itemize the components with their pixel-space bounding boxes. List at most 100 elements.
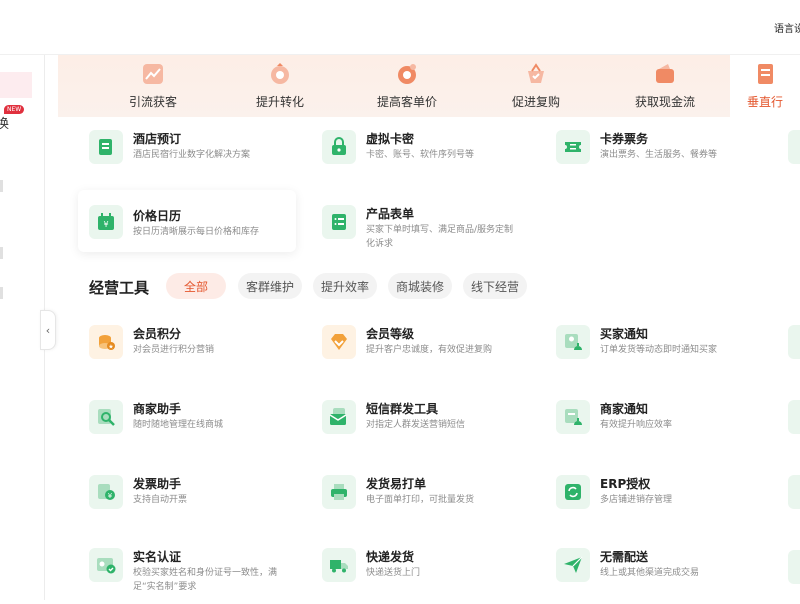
svg-text:★: ★: [108, 344, 113, 351]
tab-cash-flow[interactable]: 获取现金流: [610, 55, 720, 117]
category-tab-bar: 引流获客 提升转化 提高客单价 促进复购 获取现金流 垂直行: [58, 55, 800, 117]
card-description: 按日历清晰展示每日价格和库存: [133, 227, 260, 237]
tab-label: 获取现金流: [634, 95, 695, 109]
form-icon: [322, 205, 356, 239]
tool-merchant-assistant[interactable]: 商家助手 随时随地管理在线商城: [89, 400, 309, 456]
tool-sms-broadcast[interactable]: 短信群发工具 对指定人群发送营销短信: [322, 400, 542, 456]
left-sidebar: NEW 换: [0, 55, 45, 600]
tab-label: 垂直行: [746, 95, 783, 109]
tab-order-value[interactable]: 提高客单价: [352, 55, 462, 117]
card-description: 卡密、账号、软件序列号等: [366, 150, 475, 160]
card-title: 虚拟卡密: [366, 132, 415, 146]
tool-description: 校验买家姓名和身份证号一致性，满足“实名制”要求: [133, 568, 278, 592]
sidebar-active-item[interactable]: [0, 72, 32, 98]
sidebar-item-marker: [0, 287, 3, 299]
basket-icon: [528, 63, 544, 83]
tool-no-delivery[interactable]: 无需配送 线上或其他渠道完成交易: [556, 548, 776, 604]
wallet-icon: [656, 64, 674, 83]
partial-card-icon: [788, 130, 800, 164]
sidebar-item-marker: [0, 247, 3, 259]
filter-efficiency[interactable]: 提升效率: [313, 273, 377, 299]
tool-description: 随时随地管理在线商城: [133, 420, 224, 430]
tool-title: 商家助手: [133, 402, 182, 416]
mail-icon: [322, 400, 356, 434]
tool-title: 商家通知: [600, 402, 649, 416]
language-setting-link[interactable]: 语言设置: [774, 20, 800, 35]
sidebar-item-marker: [0, 180, 3, 192]
sync-icon: [556, 475, 590, 509]
search-doc-icon: [89, 400, 123, 434]
top-bar: 语言设置: [0, 0, 800, 55]
partial-card-icon: [788, 475, 800, 509]
tool-title: 发货易打单: [366, 477, 427, 491]
tool-member-level[interactable]: 会员等级 提升客户忠诚度，有效促进复购: [322, 325, 542, 381]
coin-icon: [398, 64, 416, 84]
filter-all[interactable]: 全部: [166, 273, 226, 299]
card-price-calendar[interactable]: ¥ 价格日历 按日历清晰展示每日价格和库存: [78, 190, 296, 252]
tab-repurchase[interactable]: 促进复购: [481, 55, 591, 117]
bell-icon: [556, 325, 590, 359]
tool-description: 订单发货等动态即时通知买家: [600, 345, 718, 355]
tool-description: 支持自动开票: [133, 495, 188, 505]
hotel-icon: [89, 130, 123, 164]
svg-text:¥: ¥: [103, 220, 108, 229]
lock-icon: [322, 130, 356, 164]
tool-real-name-verification[interactable]: 实名认证 校验买家姓名和身份证号一致性，满足“实名制”要求: [89, 548, 309, 604]
points-icon: ★: [89, 325, 123, 359]
tab-traffic[interactable]: 引流获客: [98, 55, 208, 117]
tool-title: 无需配送: [600, 550, 649, 564]
card-description: 演出票务、生活服务、餐券等: [600, 150, 718, 160]
tool-description: 对指定人群发送营销短信: [366, 420, 466, 430]
printer-icon: [322, 475, 356, 509]
card-description: 酒店民宿行业数字化解决方案: [133, 150, 251, 160]
card-ticketing[interactable]: 卡券票务 演出票务、生活服务、餐券等: [556, 130, 776, 186]
id-card-icon: [89, 548, 123, 582]
tool-description: 线上或其他渠道完成交易: [600, 568, 700, 578]
tab-label: 引流获客: [128, 95, 177, 109]
tool-description: 提升客户忠诚度，有效促进复购: [366, 345, 493, 355]
card-title: 产品表单: [366, 207, 415, 221]
tool-title: 会员积分: [133, 327, 182, 341]
tool-title: 快递发货: [366, 550, 415, 564]
partial-card-icon: [788, 325, 800, 359]
tool-title: 会员等级: [366, 327, 415, 341]
card-virtual-card[interactable]: 虚拟卡密 卡密、账号、软件序列号等: [322, 130, 542, 186]
notice-icon: [556, 400, 590, 434]
tool-title: ERP授权: [600, 477, 651, 491]
tool-shipping-print[interactable]: 发货易打单 电子面单打印，可批量发货: [322, 475, 542, 531]
tool-express-delivery[interactable]: 快递发货 快递送货上门: [322, 548, 542, 604]
filter-offline-business[interactable]: 线下经营: [463, 273, 527, 299]
partial-card-icon: [788, 400, 800, 434]
card-hotel-booking[interactable]: 酒店预订 酒店民宿行业数字化解决方案: [89, 130, 309, 186]
filter-customer-maintenance[interactable]: 客群维护: [238, 273, 302, 299]
tab-conversion[interactable]: 提升转化: [225, 55, 335, 117]
tool-description: 快递送货上门: [366, 568, 421, 578]
calendar-icon: ¥: [89, 205, 123, 239]
invoice-icon: ¥: [89, 475, 123, 509]
card-title: 酒店预订: [133, 132, 182, 146]
chevron-left-icon: ‹: [45, 323, 51, 337]
paper-plane-icon: [556, 548, 590, 582]
tab-label: 促进复购: [511, 95, 560, 109]
tool-erp-authorization[interactable]: ERP授权 多店铺进销存管理: [556, 475, 776, 531]
card-title: 卡券票务: [600, 132, 649, 146]
tool-member-points[interactable]: ★ 会员积分 对会员进行积分营销: [89, 325, 309, 381]
filter-store-decoration[interactable]: 商城装修: [388, 273, 452, 299]
card-product-form[interactable]: 产品表单 买家下单时填写、满足商品/服务定制化诉求: [322, 205, 542, 261]
tool-description: 对会员进行积分营销: [133, 345, 215, 355]
tool-buyer-notification[interactable]: 买家通知 订单发货等动态即时通知买家: [556, 325, 776, 381]
tool-title: 买家通知: [600, 327, 649, 341]
tool-title: 实名认证: [133, 550, 182, 564]
diamond-icon: [322, 325, 356, 359]
card-description: 买家下单时填写、满足商品/服务定制化诉求: [366, 225, 514, 249]
tool-invoice-assistant[interactable]: ¥ 发票助手 支持自动开票: [89, 475, 309, 531]
card-title: 价格日历: [133, 209, 182, 223]
sidebar-collapse-button[interactable]: ‹: [40, 310, 56, 350]
funnel-icon: [271, 63, 289, 84]
section-title-business-tools: 经营工具: [89, 279, 150, 297]
truck-icon: [322, 548, 356, 582]
tab-vertical-industry[interactable]: 垂直行: [730, 55, 800, 117]
sidebar-item-partial-label[interactable]: 换: [0, 113, 9, 132]
tool-title: 发票助手: [133, 477, 182, 491]
tool-merchant-notification[interactable]: 商家通知 有效提升响应效率: [556, 400, 776, 456]
